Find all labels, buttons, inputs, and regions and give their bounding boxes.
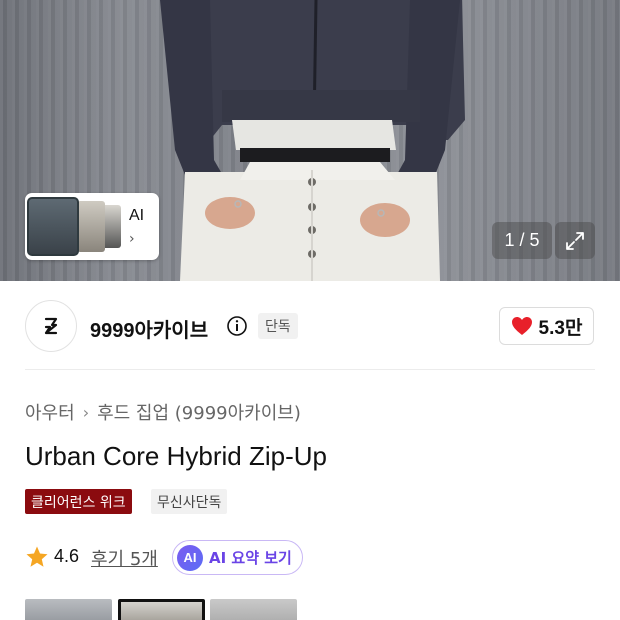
chevron-right-icon: › [82, 402, 90, 422]
color-thumbnail[interactable] [210, 599, 297, 620]
info-icon[interactable] [226, 315, 248, 337]
breadcrumb-category[interactable]: 아우터 [25, 399, 75, 425]
thumbnail-2 [77, 201, 105, 252]
expand-button[interactable] [555, 222, 595, 259]
color-thumbnail-selected[interactable] [118, 599, 205, 620]
star-icon [26, 546, 48, 567]
ai-summary-button[interactable]: AI AI 요약 보기 [172, 540, 303, 575]
brand-logo-icon [44, 317, 58, 335]
chevron-right-icon: › [129, 231, 135, 247]
brand-name[interactable]: 9999아카이브 [90, 314, 208, 343]
rating-value: 4.6 [54, 546, 80, 566]
product-image[interactable]: AI › 1 / 5 [0, 0, 620, 281]
ai-label: AI [129, 207, 145, 224]
exclusive-badge: 단독 [258, 313, 298, 339]
thumbnail-stack [27, 195, 123, 258]
breadcrumb: 아우터 › 후드 집업 (9999아카이브) [25, 399, 301, 425]
heart-icon [511, 317, 532, 335]
ai-summary-label: AI 요약 보기 [209, 549, 292, 567]
product-title: Urban Core Hybrid Zip-Up [25, 441, 327, 471]
ai-icon: AI [177, 544, 203, 571]
reviews-link[interactable]: 후기 5개 [91, 545, 158, 571]
breadcrumb-subcategory[interactable]: 후드 집업 (9999아카이브) [97, 399, 301, 425]
like-count: 5.3만 [538, 317, 583, 339]
exclusive-tag: 무신사단독 [151, 489, 228, 514]
thumbnail-1 [27, 197, 79, 256]
ai-style-thumbnail[interactable]: AI › [25, 193, 159, 260]
image-counter: 1 / 5 [492, 222, 552, 259]
color-thumbnails [25, 599, 605, 620]
like-button[interactable]: 5.3만 [499, 307, 594, 345]
color-thumbnail[interactable] [25, 599, 112, 620]
brand-logo[interactable] [25, 300, 77, 352]
divider [25, 369, 595, 370]
expand-icon [566, 231, 584, 250]
clearance-tag: 클리어런스 위크 [25, 489, 132, 514]
